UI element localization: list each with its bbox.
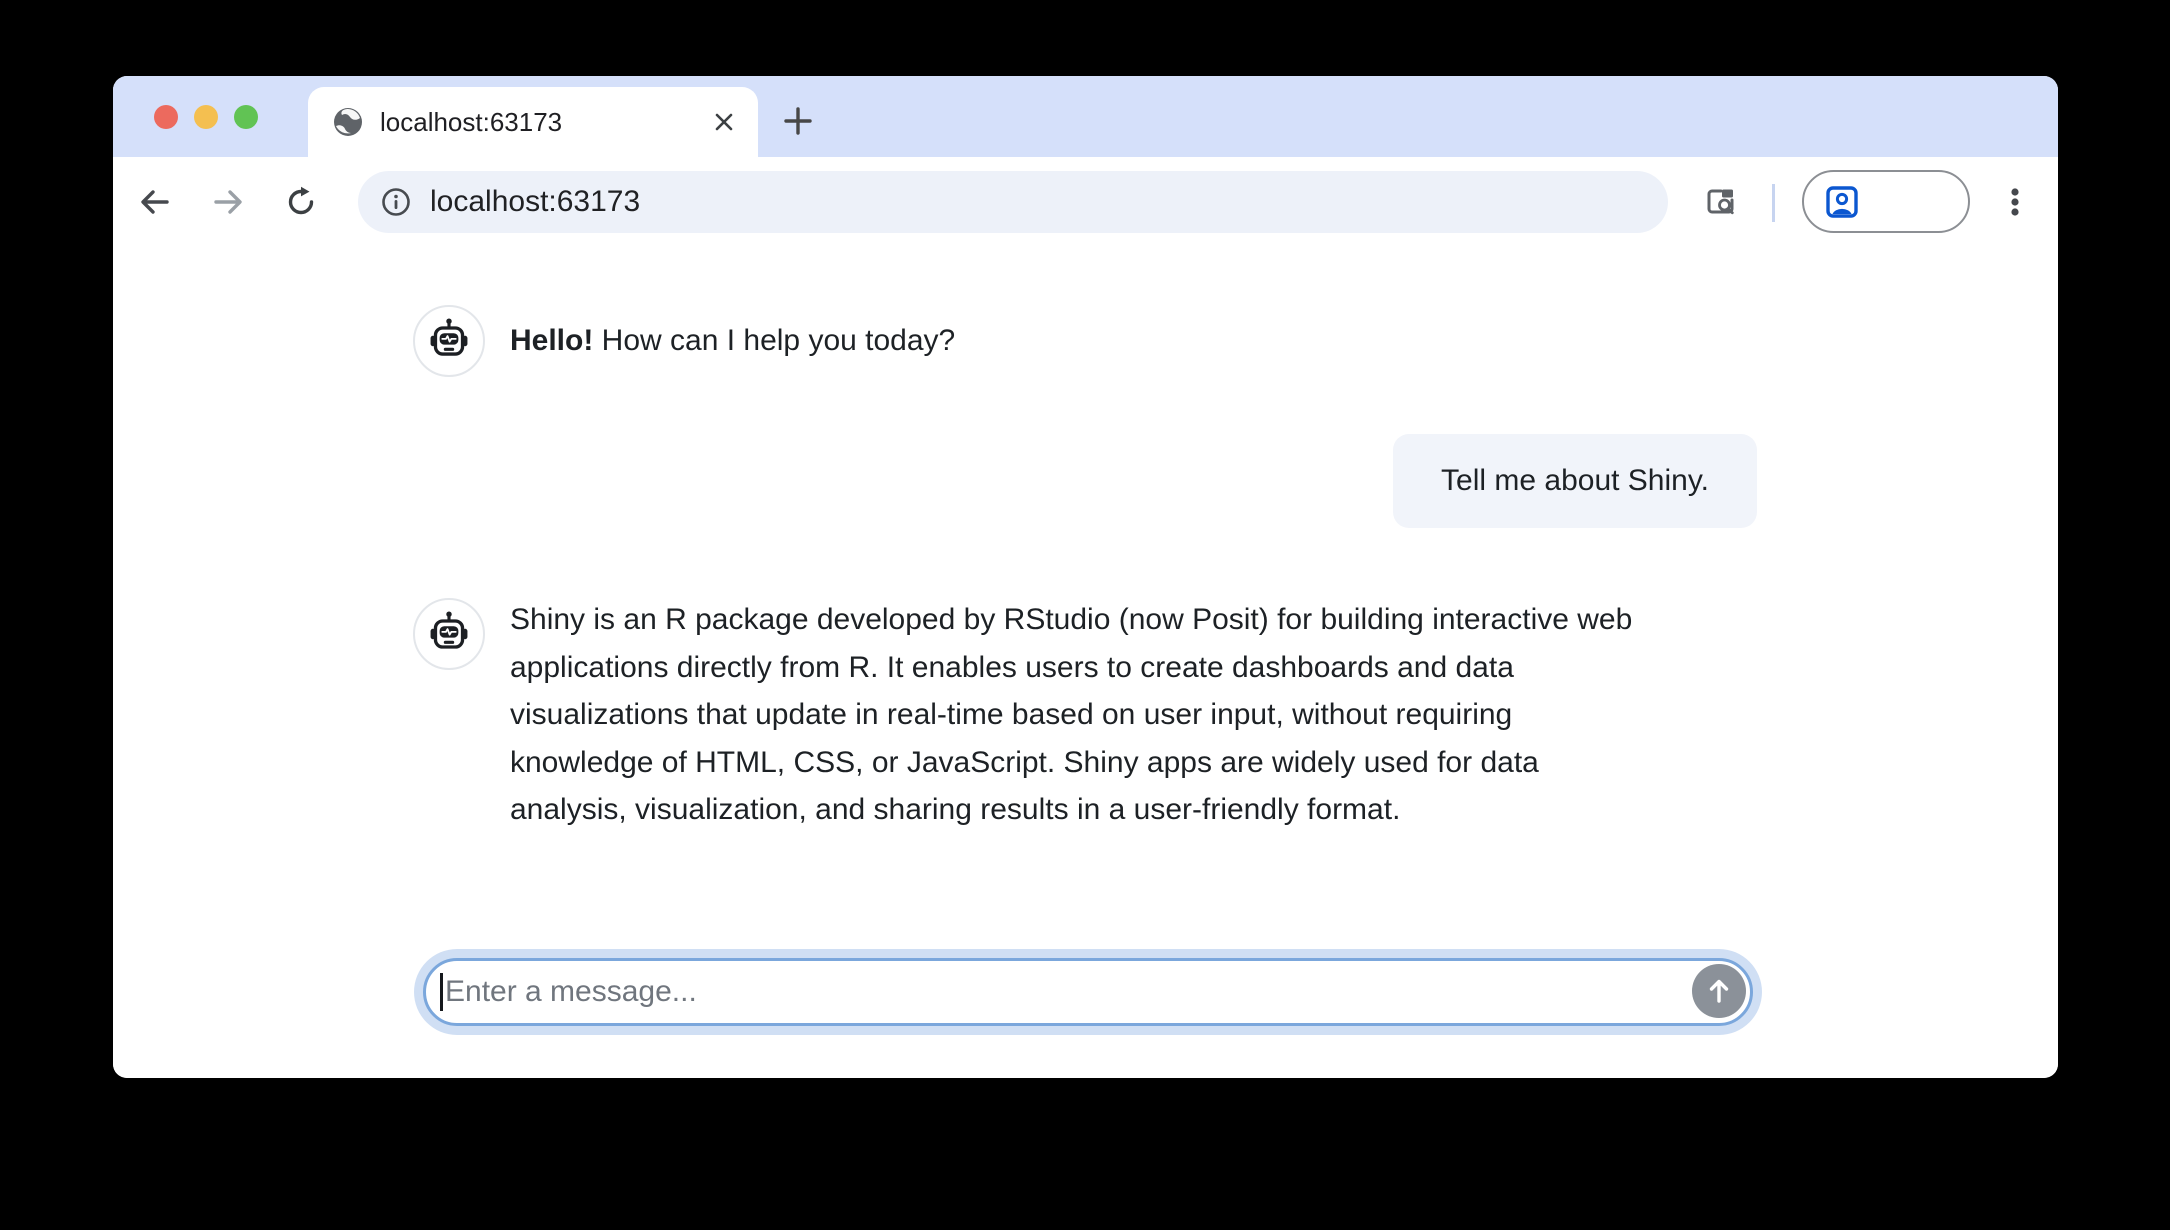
toolbar-divider — [1772, 184, 1775, 222]
assistant-greeting-bold: Hello! — [510, 324, 593, 357]
message-line: Shiny is an R package developed by RStud… — [510, 596, 1770, 644]
browser-tab[interactable]: localhost:63173 — [308, 87, 758, 157]
robot-icon — [424, 316, 474, 366]
reload-button[interactable] — [283, 184, 319, 220]
profile-button[interactable] — [1802, 170, 1970, 233]
zoom-window-button[interactable] — [234, 105, 258, 129]
minimize-window-button[interactable] — [194, 105, 218, 129]
back-button[interactable] — [137, 184, 173, 220]
user-message-bubble: Tell me about Shiny. — [1393, 434, 1757, 528]
message-line: knowledge of HTML, CSS, or JavaScript. S… — [510, 739, 1770, 787]
close-window-button[interactable] — [154, 105, 178, 129]
message-line: applications directly from R. It enables… — [510, 644, 1770, 692]
browser-toolbar: localhost:63173 — [113, 157, 2058, 250]
menu-button[interactable] — [1997, 184, 2033, 220]
assistant-message-text: Shiny is an R package developed by RStud… — [510, 596, 1770, 834]
chat-input-wrap: Enter a message... — [423, 958, 1753, 1026]
tab-search-button[interactable] — [1704, 184, 1740, 220]
input-placeholder: Enter a message... — [445, 975, 697, 1009]
text-caret — [440, 973, 443, 1011]
avatar — [413, 598, 485, 670]
robot-icon — [424, 609, 474, 659]
forward-button[interactable] — [210, 184, 246, 220]
chat-page: Hello! How can I help you today? Tell me… — [113, 252, 2058, 1078]
assistant-message-text: Hello! How can I help you today? — [510, 324, 955, 358]
url-text[interactable]: localhost:63173 — [430, 185, 640, 219]
site-info-icon[interactable] — [380, 186, 412, 218]
tab-close-icon[interactable] — [710, 108, 738, 136]
send-button[interactable] — [1692, 964, 1746, 1018]
avatar — [413, 305, 485, 377]
message-line: visualizations that update in real-time … — [510, 691, 1770, 739]
profile-icon — [1824, 184, 1860, 220]
message-line: analysis, visualization, and sharing res… — [510, 786, 1770, 834]
tab-title: localhost:63173 — [380, 107, 710, 138]
assistant-greeting-rest: How can I help you today? — [593, 324, 955, 357]
address-bar[interactable]: localhost:63173 — [358, 171, 1668, 233]
user-message-text: Tell me about Shiny. — [1441, 464, 1709, 498]
message-input[interactable]: Enter a message... — [423, 958, 1753, 1026]
new-tab-button[interactable] — [781, 104, 815, 138]
screen: localhost:63173 — [0, 0, 2170, 1230]
arrow-up-icon — [1703, 975, 1735, 1007]
assistant-message: Hello! How can I help you today? — [413, 305, 955, 377]
browser-window: localhost:63173 — [113, 76, 2058, 1078]
tab-strip: localhost:63173 — [113, 76, 2058, 157]
globe-favicon-icon — [333, 107, 363, 137]
